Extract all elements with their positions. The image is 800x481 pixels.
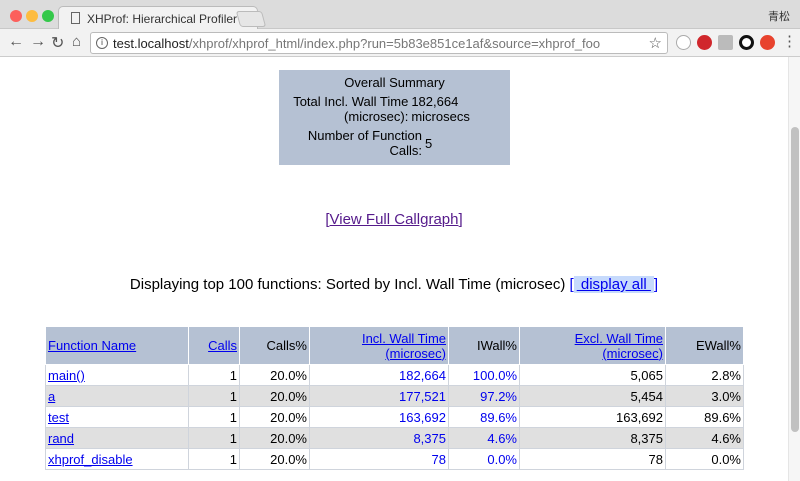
forward-icon[interactable]: →: [30, 33, 46, 51]
summary-value: 5: [425, 135, 433, 151]
overall-summary: Overall Summary Total Incl. Wall Time (m…: [279, 70, 510, 165]
summary-value: 182,664 microsecs: [411, 94, 470, 124]
new-tab-button[interactable]: [235, 11, 267, 27]
tab-title: XHProf: Hierarchical Profiler Re: [87, 12, 256, 26]
cell-calls: 1: [188, 364, 240, 386]
col-calls-pct: Calls%: [239, 326, 310, 365]
table-row: a 1 20.0% 177,521 97.2% 5,454 3.0%: [45, 385, 744, 407]
cell-incl-wall: 163,692: [309, 406, 449, 428]
col-ewall-pct: EWall%: [665, 326, 744, 365]
menu-icon[interactable]: ⋮: [782, 32, 797, 50]
cell-excl-wall: 5,065: [519, 364, 666, 386]
cell-function-name[interactable]: a: [45, 385, 189, 407]
function-link[interactable]: rand: [48, 431, 74, 446]
profile-name[interactable]: 青松: [768, 8, 790, 24]
cell-incl-wall: 177,521: [309, 385, 449, 407]
table-row: xhprof_disable 1 20.0% 78 0.0% 78 0.0%: [45, 448, 744, 470]
function-link[interactable]: a: [48, 389, 55, 404]
maximize-window-button[interactable]: [42, 10, 54, 22]
function-link[interactable]: test: [48, 410, 69, 425]
cell-calls-pct: 20.0%: [239, 406, 310, 428]
summary-title: Overall Summary: [344, 75, 445, 90]
back-icon[interactable]: ←: [8, 33, 24, 51]
cell-iwall-pct: 89.6%: [448, 406, 520, 428]
document-icon: [71, 12, 80, 24]
cell-function-name[interactable]: rand: [45, 427, 189, 449]
functions-heading: Displaying top 100 functions: Sorted by …: [0, 276, 788, 293]
function-link[interactable]: xhprof_disable: [48, 452, 133, 467]
cell-ewall-pct: 89.6%: [665, 406, 744, 428]
info-icon[interactable]: i: [96, 37, 108, 49]
col-excl-wall[interactable]: Excl. Wall Time (microsec): [519, 326, 666, 365]
cell-ewall-pct: 3.0%: [665, 385, 744, 407]
cell-excl-wall: 78: [519, 448, 666, 470]
display-all-link[interactable]: display all: [573, 276, 654, 293]
cell-ewall-pct: 0.0%: [665, 448, 744, 470]
adblock-plus-icon[interactable]: [697, 35, 712, 50]
scrollbar[interactable]: [788, 57, 800, 481]
tab-bar: XHProf: Hierarchical Profiler Re × 青松: [0, 0, 800, 29]
col-calls[interactable]: Calls: [188, 326, 240, 365]
close-window-button[interactable]: [10, 10, 22, 22]
sort-calls-link[interactable]: Calls: [208, 338, 237, 353]
cell-calls: 1: [188, 406, 240, 428]
bracket: ]: [458, 211, 463, 228]
cell-function-name[interactable]: main(): [45, 364, 189, 386]
cell-calls: 1: [188, 385, 240, 407]
table-row: main() 1 20.0% 182,664 100.0% 5,065 2.8%: [45, 364, 744, 386]
cell-excl-wall: 8,375: [519, 427, 666, 449]
cell-incl-wall: 182,664: [309, 364, 449, 386]
sort-incl-wall-link[interactable]: Incl. Wall Time (microsec): [362, 331, 446, 361]
bookmark-star-icon[interactable]: ☆: [649, 34, 662, 52]
function-link[interactable]: main(): [48, 368, 85, 383]
cell-ewall-pct: 2.8%: [665, 364, 744, 386]
view-callgraph-link[interactable]: View Full Callgraph: [330, 211, 459, 228]
minimize-window-button[interactable]: [26, 10, 38, 22]
cell-incl-wall: 78: [309, 448, 449, 470]
col-iwall-pct: IWall%: [448, 326, 520, 365]
scrollbar-thumb[interactable]: [791, 127, 799, 432]
cell-iwall-pct: 4.6%: [448, 427, 520, 449]
url-host: test.localhost: [113, 36, 189, 51]
table-header-row: Function Name Calls Calls% Incl. Wall Ti…: [45, 326, 744, 365]
cell-ewall-pct: 4.6%: [665, 427, 744, 449]
browser-tab[interactable]: XHProf: Hierarchical Profiler Re ×: [58, 6, 258, 29]
cell-incl-wall: 8,375: [309, 427, 449, 449]
sort-function-name-link[interactable]: Function Name: [48, 338, 136, 353]
table-row: test 1 20.0% 163,692 89.6% 163,692 89.6%: [45, 406, 744, 428]
cell-calls-pct: 20.0%: [239, 364, 310, 386]
home-icon[interactable]: ⌂: [72, 33, 81, 50]
cell-calls-pct: 20.0%: [239, 385, 310, 407]
address-bar[interactable]: i test.localhost/xhprof/xhprof_html/inde…: [90, 32, 668, 54]
col-incl-wall[interactable]: Incl. Wall Time (microsec): [309, 326, 449, 365]
cell-excl-wall: 163,692: [519, 406, 666, 428]
reload-icon[interactable]: ↻: [51, 33, 64, 53]
col-function-name[interactable]: Function Name: [45, 326, 189, 365]
cell-iwall-pct: 0.0%: [448, 448, 520, 470]
ghostery-icon[interactable]: [676, 35, 691, 50]
reader-icon[interactable]: [718, 35, 733, 50]
cell-calls-pct: 20.0%: [239, 448, 310, 470]
cell-function-name[interactable]: xhprof_disable: [45, 448, 189, 470]
cell-function-name[interactable]: test: [45, 406, 189, 428]
heading-text: Displaying top 100 functions: Sorted by …: [129, 276, 570, 293]
cell-iwall-pct: 100.0%: [448, 364, 520, 386]
sort-excl-wall-link[interactable]: Excl. Wall Time (microsec): [575, 331, 663, 361]
callgraph-section: [View Full Callgraph]: [0, 211, 788, 228]
functions-table: Function Name Calls Calls% Incl. Wall Ti…: [45, 326, 744, 470]
summary-label: Total Incl. Wall Time (microsec):: [293, 94, 409, 124]
red-extension-icon[interactable]: [760, 35, 775, 50]
url-path: /xhprof/xhprof_html/index.php?run=5b83e8…: [188, 36, 601, 51]
table-row: rand 1 20.0% 8,375 4.6% 8,375 4.6%: [45, 427, 744, 449]
cell-excl-wall: 5,454: [519, 385, 666, 407]
cell-iwall-pct: 97.2%: [448, 385, 520, 407]
summary-label: Number of Function Calls:: [307, 128, 422, 158]
cell-calls: 1: [188, 448, 240, 470]
bracket: ]: [653, 276, 659, 293]
cell-calls-pct: 20.0%: [239, 427, 310, 449]
circle-icon[interactable]: [739, 35, 754, 50]
cell-calls: 1: [188, 427, 240, 449]
